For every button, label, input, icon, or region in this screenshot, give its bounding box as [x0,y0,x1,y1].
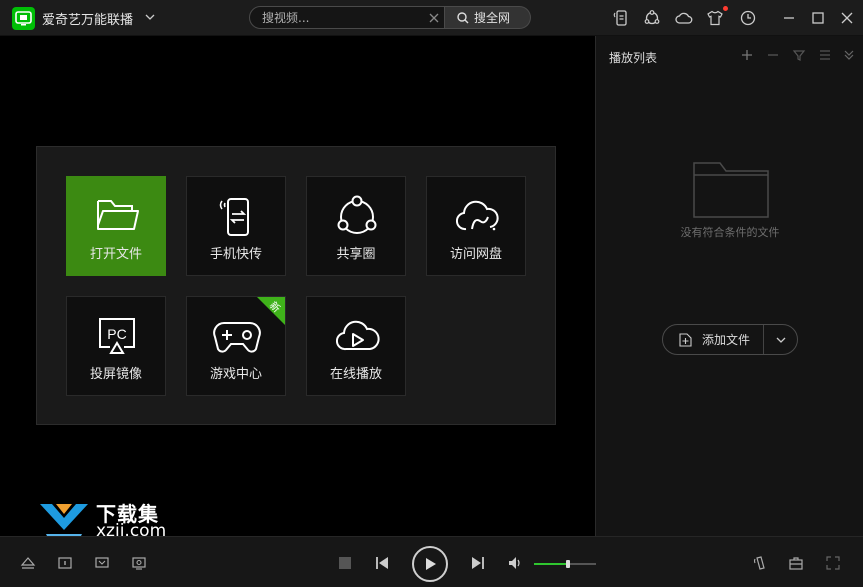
online-play-tile[interactable]: 在线播放 [306,296,406,396]
share-circle-tile[interactable]: 共享圈 [306,176,406,276]
maximize-icon[interactable] [809,9,827,27]
new-badge: 新 [257,297,285,325]
search-icon [457,11,469,23]
add-file-dropdown[interactable] [764,325,797,354]
player-control-bar [0,536,863,587]
phone-transfer-tile[interactable]: 手机快传 [186,176,286,276]
chevron-down-icon[interactable] [144,11,156,23]
search-input[interactable] [262,10,422,26]
list-icon[interactable] [818,48,832,62]
chevron-down-icon [776,337,786,343]
cloud-icon[interactable] [675,9,693,27]
quick-launcher-panel: 打开文件 手机快传 共享圈 访问网盘 PC 投屏镜像 游戏中心 新 在线播放 [36,146,556,425]
volume-fill [534,563,568,565]
iqiyi-tv-logo-icon[interactable] [12,7,35,30]
volume-slider[interactable] [534,560,596,568]
previous-icon[interactable] [374,555,390,571]
app-title[interactable]: 爱奇艺万能联播 [42,9,133,28]
empty-playlist-text: 没有符合条件的文件 [680,226,780,239]
cloud-drive-icon [455,200,499,231]
next-icon[interactable] [470,555,486,571]
phone-transfer-icon [219,198,249,236]
add-icon[interactable] [740,48,754,62]
eject-icon[interactable] [20,555,36,571]
share-circle-icon[interactable] [643,9,661,27]
phone-remote-icon[interactable] [752,555,768,571]
play-icon [426,558,436,570]
pc-mirror-icon: PC [99,318,135,354]
cloud-play-icon [335,320,380,351]
share-circle-icon [337,195,377,234]
screen-cast-icon[interactable] [94,555,110,571]
tile-label: 在线播放 [329,367,382,382]
volume-knob[interactable] [566,560,570,568]
cloud-drive-tile[interactable]: 访问网盘 [426,176,526,276]
folder-icon [97,200,139,230]
game-center-tile[interactable]: 游戏中心 新 [186,296,286,396]
svg-text:PC: PC [107,326,126,342]
add-file-control: 添加文件 [662,324,798,355]
volume-icon[interactable] [507,555,523,571]
add-file-icon [679,332,692,347]
add-file-button[interactable]: 添加文件 [663,325,765,354]
notification-dot [723,6,728,11]
tile-label: 手机快传 [209,247,262,262]
add-file-label: 添加文件 [702,333,751,347]
tile-label: 打开文件 [89,247,142,262]
screenshot-icon[interactable] [131,555,147,571]
title-bar: 爱奇艺万能联播 搜全网 [0,0,863,36]
skin-shirt-icon[interactable] [706,9,724,27]
empty-folder-icon [693,162,769,218]
collapse-down-icon[interactable] [842,48,856,62]
close-icon[interactable] [838,9,856,27]
pc-mirror-tile[interactable]: PC 投屏镜像 [66,296,166,396]
open-file-tile[interactable]: 打开文件 [66,176,166,276]
fullscreen-icon[interactable] [825,555,841,571]
history-clock-icon[interactable] [739,9,757,27]
search-all-button[interactable]: 搜全网 [445,6,531,29]
clear-icon[interactable] [428,12,440,24]
search-all-label: 搜全网 [474,11,511,25]
filter-icon[interactable] [792,48,806,62]
toolbox-icon[interactable] [788,555,804,571]
remove-icon[interactable] [766,48,780,62]
tile-label: 投屏镜像 [89,367,142,382]
play-button[interactable] [412,546,448,582]
playlist-panel: 播放列表 没有符合条件的文件 添加文件 [595,36,863,536]
tile-label: 共享圈 [336,247,376,262]
search-box [249,6,445,29]
phone-cast-icon[interactable] [612,9,630,27]
tile-label: 访问网盘 [449,247,502,262]
playlist-title: 播放列表 [609,51,658,65]
subtitle-icon[interactable] [57,555,73,571]
minimize-icon[interactable] [780,9,798,27]
stop-icon[interactable] [337,555,353,571]
tile-label: 游戏中心 [209,367,262,382]
